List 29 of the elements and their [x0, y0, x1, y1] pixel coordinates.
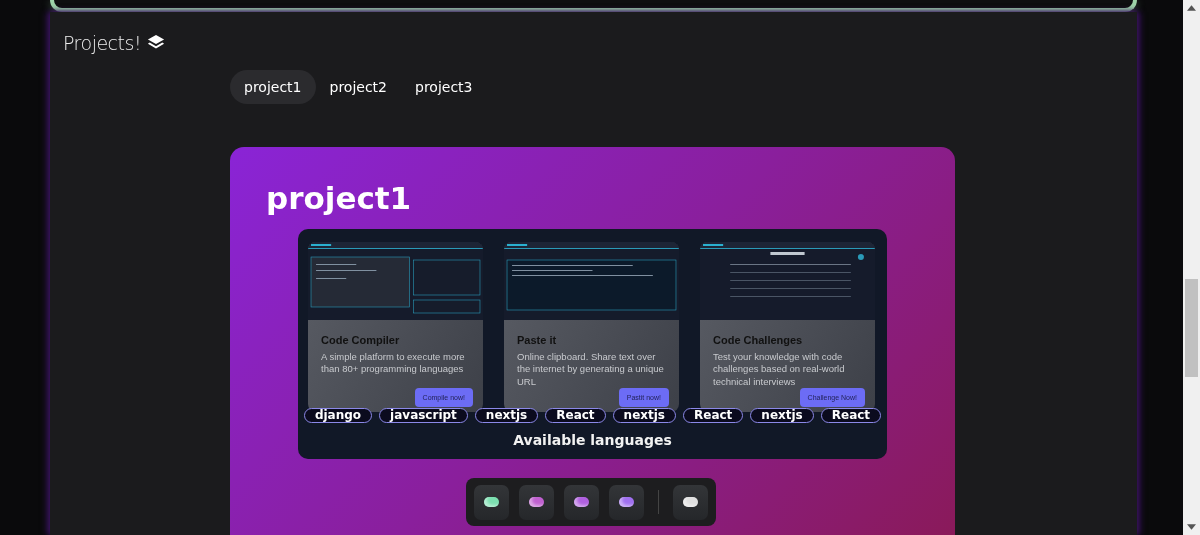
tech-tag: javascript — [379, 408, 468, 423]
language-icon[interactable] — [564, 484, 599, 520]
tech-tag: nextjs — [474, 408, 539, 423]
languages-heading: Available languages — [512, 432, 673, 448]
card-title: Code Compiler — [321, 334, 401, 346]
tech-tag: nextjs — [750, 408, 814, 423]
scrollbar[interactable] — [1183, 0, 1200, 535]
tech-tag: React — [820, 408, 882, 423]
project-title: project1 — [266, 183, 413, 214]
project-tab[interactable]: project1 — [230, 70, 316, 104]
card-description: Online clipboard. Share text over the internet by generating a unique URL — [517, 351, 665, 389]
language-icon[interactable] — [609, 484, 644, 520]
tech-tag: React — [683, 408, 744, 423]
language-icon[interactable] — [519, 484, 554, 520]
language-icon[interactable] — [673, 484, 708, 520]
scroll-up-icon[interactable] — [1187, 5, 1196, 11]
scroll-thumb[interactable] — [1185, 279, 1198, 377]
project-tab[interactable]: project3 — [401, 70, 487, 104]
section-title: Projects! — [63, 32, 142, 54]
card-title: Code Challenges — [713, 334, 804, 346]
language-icon[interactable] — [474, 484, 509, 520]
tech-tag: React — [545, 408, 606, 423]
card-description: A simple platform to execute more than 80+ programming languages — [321, 351, 466, 377]
project-tab[interactable]: project2 — [315, 70, 401, 104]
card-description: Test your knowledge with code challenges based on real-world technical interviews — [713, 351, 846, 389]
tech-tag: nextjs — [612, 408, 676, 423]
scroll-down-icon[interactable] — [1187, 524, 1196, 530]
tech-tag: django — [303, 408, 373, 423]
card-title: Paste it — [517, 334, 558, 346]
